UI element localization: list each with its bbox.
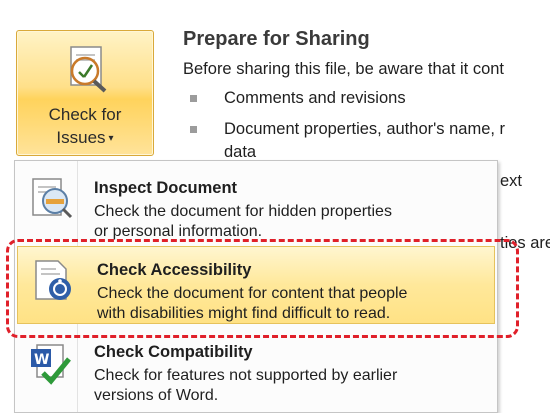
check-for-issues-label-line1: Check for [48, 105, 122, 124]
menu-item-inspect-document[interactable]: Inspect Document Check the document for … [15, 165, 497, 243]
menu-item-description: Check the document for content that peop… [97, 285, 408, 322]
check-for-issues-button[interactable]: Check for Issues ▾ [16, 30, 154, 156]
prepare-for-sharing-description: Before sharing this file, be aware that … [183, 60, 505, 78]
share-text-fragment: ties are [500, 234, 550, 252]
svg-text:W: W [34, 352, 49, 368]
menu-item-description: Check the document for hidden properties… [94, 203, 392, 240]
inspect-document-icon [32, 178, 73, 219]
check-for-issues-menu: Inspect Document Check the document for … [14, 160, 498, 413]
menu-item-description: Check for features not supported by earl… [94, 367, 398, 404]
share-item-properties: Document properties, author's name, r [224, 120, 506, 138]
menu-item-title: Check Compatibility [94, 343, 253, 361]
check-issues-icon [70, 46, 107, 93]
bullet-icon [190, 126, 197, 133]
share-item-comments: Comments and revisions [224, 89, 406, 107]
accessibility-check-icon [35, 260, 71, 300]
bullet-icon [190, 95, 197, 102]
menu-item-check-accessibility[interactable]: Check Accessibility Check the document f… [17, 246, 495, 324]
share-text-fragment: ext [500, 172, 523, 190]
menu-item-title: Inspect Document [94, 179, 238, 197]
menu-item-title: Check Accessibility [97, 261, 252, 279]
chevron-down-icon: ▾ [108, 133, 114, 144]
check-for-issues-label-line2: Issues ▾ [56, 128, 114, 147]
prepare-for-sharing-title: Prepare for Sharing [183, 28, 370, 50]
word-compatibility-icon: W [31, 344, 71, 385]
menu-item-check-compatibility[interactable]: W Check Compatibility Check for features… [15, 329, 497, 407]
